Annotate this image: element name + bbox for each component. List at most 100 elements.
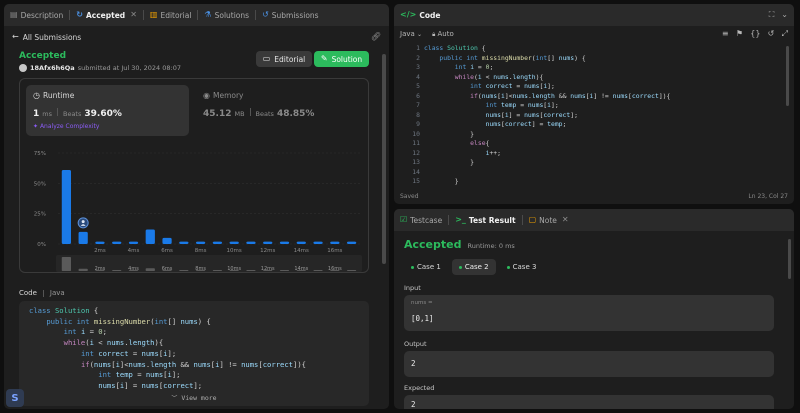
chart-bar[interactable] [112, 241, 122, 244]
beats-label: Beats [255, 110, 274, 118]
editor-line[interactable]: if(nums[i]<nums.length && nums[i] != num… [424, 92, 784, 102]
chart-bar[interactable] [179, 241, 189, 244]
editor-line[interactable]: nums[i] = nums[correct]; [424, 111, 784, 121]
flask-icon: ⚗ [204, 10, 212, 19]
chart-bar[interactable] [296, 241, 306, 244]
x-tick-label: 14ms [294, 248, 309, 254]
navigator-bar [313, 270, 323, 271]
editor-line[interactable]: } [424, 177, 784, 186]
chart-bar[interactable] [346, 241, 357, 244]
chart-bar[interactable] [263, 241, 273, 244]
tab-code[interactable]: </> Code [394, 4, 446, 26]
chart-bar[interactable] [78, 231, 88, 244]
chart-bar[interactable] [128, 241, 139, 244]
input-box[interactable]: nums = [0,1] [404, 295, 774, 331]
maximize-icon[interactable]: ⛶ [769, 11, 775, 19]
format-icon[interactable]: ≡ [722, 29, 729, 38]
terminal-icon: >_ [455, 215, 466, 224]
case-dot [506, 265, 510, 269]
braces-icon[interactable]: {} [750, 29, 760, 38]
code-editor[interactable]: 1 2 3 4 5 6 7 8 9 10 11 12 13 14 15 class Solution { p… [394, 44, 794, 186]
submitted-code-section: Code Java class Solution { public int mi… [19, 288, 369, 406]
editor-line[interactable]: nums[correct] = temp; [424, 120, 784, 130]
username[interactable]: 18Afx6h6Qa [30, 64, 75, 72]
editor-line[interactable]: while(i < nums.length){ [424, 73, 784, 83]
editor-line[interactable] [424, 168, 784, 178]
tab-submissions[interactable]: ↺ Submissions [256, 4, 325, 26]
runtime-distribution-chart[interactable]: 75% 50% 25% 0% 2ms 4ms 6ms 8ms 10ms 12ms 14ms 16ms 2… [20, 139, 370, 273]
chart-bar[interactable] [229, 241, 239, 244]
tab-description[interactable]: ▤ Description [4, 4, 69, 26]
app-logo-icon[interactable]: S [6, 389, 24, 407]
navigator-bar [346, 270, 357, 271]
chart-bar[interactable] [95, 241, 105, 244]
editor-line[interactable]: int i = 0; [424, 63, 784, 73]
back-link[interactable]: ← All Submissions [12, 33, 81, 42]
bookmark-icon[interactable]: ⚑ [736, 29, 743, 38]
chart-bar[interactable] [162, 237, 172, 244]
code-editor-panel: </> Code ⛶ ⌄ Java ⌄ 🔒︎ Auto ≡ ⚑ {} ↺ ⤢ 1… [394, 4, 794, 204]
note-icon: ▢ [528, 215, 537, 224]
avatar[interactable] [19, 64, 27, 72]
memory-card[interactable]: ◉ Memory 45.12 MB Beats 48.85% [196, 85, 361, 136]
language-select[interactable]: Java ⌄ [400, 30, 422, 38]
tab-accepted[interactable]: ↻ Accepted ✕ [70, 4, 143, 26]
editor-line[interactable]: i++; [424, 149, 784, 159]
tab-label: Testcase [410, 215, 443, 225]
chart-bar[interactable] [145, 229, 155, 244]
line-number: 12 [412, 148, 420, 157]
chart-bar[interactable] [330, 241, 340, 244]
auto-toggle[interactable]: 🔒︎ Auto [432, 30, 454, 38]
runtime-card[interactable]: ◷ Runtime 1 ms Beats 39.60% ✦ Analyze Co… [26, 85, 189, 136]
scrollbar[interactable] [382, 54, 386, 264]
case-tab-1[interactable]: Case 1 [404, 259, 448, 275]
tab-testcase[interactable]: ☑ Testcase [394, 209, 448, 231]
result-status-row: Accepted Runtime: 0 ms [404, 238, 515, 251]
chart-bar[interactable] [279, 241, 290, 244]
input-label: Input [404, 284, 421, 292]
test-result-panel: ☑ Testcase >_ Test Result ▢ Note ✕ Accep… [394, 209, 794, 409]
editor-line[interactable]: } [424, 130, 784, 140]
chart-bar[interactable] [61, 169, 72, 244]
close-icon[interactable]: ✕ [562, 216, 569, 224]
case-tab-2[interactable]: Case 2 [451, 259, 496, 275]
line-number: 11 [412, 139, 420, 147]
close-icon[interactable]: ✕ [130, 11, 137, 19]
editor-line[interactable]: } [424, 158, 784, 168]
output-box[interactable]: 2 [404, 351, 774, 377]
solution-button[interactable]: ✎ Solution [314, 51, 369, 67]
tab-editorial[interactable]: ▥ Editorial [144, 4, 198, 26]
editor-line[interactable]: public int missingNumber(int[] nums) { [424, 54, 784, 64]
editorial-button[interactable]: ▭ Editorial [256, 51, 312, 67]
chevron-down-icon: ⌄ [417, 31, 423, 38]
editor-lines: class Solution { public int missingNumbe… [424, 44, 784, 186]
editor-line[interactable]: else{ [424, 139, 784, 149]
expected-box[interactable]: 2 [404, 395, 774, 409]
view-more-button[interactable]: ﹀ View more [19, 394, 369, 402]
tab-test-result[interactable]: >_ Test Result [449, 209, 521, 231]
auto-label: Auto [437, 30, 454, 38]
chart-bar[interactable] [212, 241, 223, 244]
reset-icon[interactable]: ↺ [768, 29, 775, 38]
fullscreen-icon[interactable]: ⤢ [782, 29, 788, 39]
chart-bar[interactable] [195, 241, 206, 244]
submitted-code-block[interactable]: class Solution { public int missingNumbe… [19, 301, 369, 406]
editor-line[interactable]: class Solution { [424, 44, 784, 54]
scrollbar[interactable] [786, 46, 789, 106]
analyze-complexity-link[interactable]: ✦ Analyze Complexity [33, 123, 99, 130]
tab-note[interactable]: ▢ Note ✕ [523, 209, 575, 231]
scrollbar[interactable] [788, 239, 791, 279]
x-tick-label: 4ms [128, 248, 140, 254]
code-label: Code [19, 289, 37, 297]
chart-bar[interactable] [313, 241, 323, 244]
link-icon[interactable]: 🔗︎ [371, 33, 381, 41]
chevron-down-icon[interactable]: ⌄ [781, 11, 788, 19]
code-line: if(nums[i]<nums.length && nums[i] != num… [80, 359, 306, 369]
tab-solutions[interactable]: ⚗ Solutions [198, 4, 255, 26]
navigator-tick-label: 8ms [195, 266, 206, 272]
chart-bar[interactable] [246, 241, 256, 244]
case-tab-3[interactable]: Case 3 [500, 259, 544, 275]
result-runtime: Runtime: 0 ms [467, 242, 515, 250]
editor-line[interactable]: int temp = nums[i]; [424, 101, 784, 111]
editor-line[interactable]: int correct = nums[i]; [424, 82, 784, 92]
